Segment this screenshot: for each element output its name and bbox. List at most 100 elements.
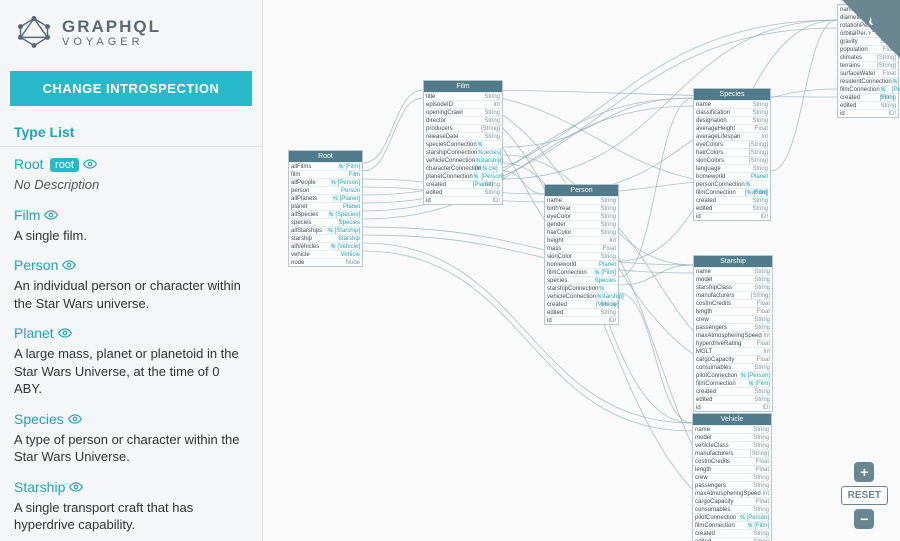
graph-node-species[interactable]: SpeciesnameStringclassificationStringdes… <box>693 88 771 221</box>
node-field-row[interactable]: createdString <box>838 93 898 101</box>
node-field-row[interactable]: idID! <box>694 403 772 411</box>
node-field-row[interactable]: lengthFloat <box>694 307 772 315</box>
node-field-row[interactable]: filmConnection%[Film] <box>694 379 772 387</box>
node-field-row[interactable]: nameString <box>693 425 771 433</box>
type-name-link[interactable]: Root <box>14 156 44 172</box>
graph-node-film[interactable]: FilmtitleStringepisodeIDIntopeningCrawlS… <box>423 80 503 205</box>
node-field-row[interactable]: planetPlanet <box>289 202 362 210</box>
focus-eye-icon[interactable] <box>68 412 82 431</box>
node-field-row[interactable]: manufacturers[String] <box>694 291 772 299</box>
node-field-row[interactable]: nameString <box>694 100 770 108</box>
node-field-row[interactable]: crewString <box>693 473 771 481</box>
type-name-link[interactable]: Planet <box>14 325 54 341</box>
node-field-row[interactable]: idID! <box>838 109 898 117</box>
node-field-row[interactable]: skinColors[String] <box>694 156 770 164</box>
node-field-row[interactable]: vehicleConnection%[Vehicle] <box>545 292 618 300</box>
node-field-row[interactable]: passengersString <box>693 481 771 489</box>
node-field-row[interactable]: allPlanets%[Planet] <box>289 194 362 202</box>
node-field-row[interactable]: allPeople%[Person] <box>289 178 362 186</box>
node-field-row[interactable]: heightInt <box>545 236 618 244</box>
node-field-row[interactable]: terrains[String] <box>838 61 898 69</box>
focus-eye-icon[interactable] <box>62 258 76 277</box>
node-field-row[interactable]: personConnection%[Person] <box>694 180 770 188</box>
zoom-reset-button[interactable]: RESET <box>841 486 888 505</box>
node-field-row[interactable]: createdString <box>545 300 618 308</box>
graph-node-starship[interactable]: StarshipnameStringmodelStringstarshipCla… <box>693 255 773 412</box>
node-field-row[interactable]: directorString <box>424 116 502 124</box>
node-field-row[interactable]: speciesConnection%[Species] <box>424 140 502 148</box>
node-field-row[interactable]: allVehicles%[Vehicle] <box>289 242 362 250</box>
node-field-row[interactable]: idID! <box>545 316 618 324</box>
node-field-row[interactable]: pilotConnection%[Person] <box>693 513 771 521</box>
node-field-row[interactable]: manufacturers[String] <box>693 449 771 457</box>
node-field-row[interactable]: releaseDateString <box>424 132 502 140</box>
node-field-row[interactable]: classificationString <box>694 108 770 116</box>
graph-node-person[interactable]: PersonnameStringbirthYearStringeyeColorS… <box>544 184 619 325</box>
focus-eye-icon[interactable] <box>69 480 83 499</box>
node-field-row[interactable]: titleString <box>424 92 502 100</box>
node-field-row[interactable]: designationString <box>694 116 770 124</box>
node-field-row[interactable]: producers[String] <box>424 124 502 132</box>
node-field-row[interactable]: homeworldPlanet <box>694 172 770 180</box>
node-field-row[interactable]: speciesSpecies <box>545 276 618 284</box>
node-field-row[interactable]: vehicleConnection%[Vehicle] <box>424 156 502 164</box>
node-field-row[interactable]: createdString <box>424 180 502 188</box>
node-field-row[interactable]: modelString <box>693 433 771 441</box>
node-field-row[interactable]: vehicleVehicle <box>289 250 362 258</box>
node-field-row[interactable]: starshipStarship <box>289 234 362 242</box>
focus-eye-icon[interactable] <box>44 208 58 227</box>
node-field-row[interactable]: hairColorString <box>545 228 618 236</box>
node-field-row[interactable]: editedString <box>424 188 502 196</box>
node-field-row[interactable]: editedString <box>694 204 770 212</box>
node-field-row[interactable]: hairColors[String] <box>694 148 770 156</box>
node-field-row[interactable]: personPerson <box>289 186 362 194</box>
node-field-row[interactable]: characterConnection%[Person] <box>424 164 502 172</box>
node-field-row[interactable]: editedString <box>838 101 898 109</box>
node-field-row[interactable]: MGLTInt <box>694 347 772 355</box>
node-field-row[interactable]: hyperdriveRatingFloat <box>694 339 772 347</box>
node-field-row[interactable]: editedString <box>545 308 618 316</box>
node-field-row[interactable]: residentConnection%[Person] <box>838 77 898 85</box>
node-field-row[interactable]: cargoCapacityFloat <box>694 355 772 363</box>
node-field-row[interactable]: maxAtmospheringSpeedInt <box>694 331 772 339</box>
node-field-row[interactable]: vehicleClassString <box>693 441 771 449</box>
type-name-link[interactable]: Person <box>14 257 58 273</box>
node-field-row[interactable]: languageString <box>694 164 770 172</box>
node-field-row[interactable]: massFloat <box>545 244 618 252</box>
node-field-row[interactable]: filmConnection%[Film] <box>694 188 770 196</box>
node-field-row[interactable]: filmConnection%[Film] <box>693 521 771 529</box>
node-field-row[interactable]: allStarships%[Starship] <box>289 226 362 234</box>
node-field-row[interactable]: consumablesString <box>693 505 771 513</box>
node-field-row[interactable]: surfaceWaterFloat <box>838 69 898 77</box>
node-field-row[interactable]: lengthFloat <box>693 465 771 473</box>
node-field-row[interactable]: passengersString <box>694 323 772 331</box>
node-field-row[interactable]: starshipClassString <box>694 283 772 291</box>
type-name-link[interactable]: Film <box>14 207 40 223</box>
graph-node-vehicle[interactable]: VehiclenameStringmodelStringvehicleClass… <box>692 413 772 541</box>
node-field-row[interactable]: planetConnection%[Planet] <box>424 172 502 180</box>
node-field-row[interactable]: maxAtmospheringSpeedInt <box>693 489 771 497</box>
node-field-row[interactable]: filmConnection%[Film] <box>838 85 898 93</box>
graph-canvas[interactable]: RootallFilms%[Film]filmFilmallPeople%[Pe… <box>263 0 900 541</box>
node-field-row[interactable]: eyeColorString <box>545 212 618 220</box>
node-field-row[interactable]: episodeIDInt <box>424 100 502 108</box>
node-field-row[interactable]: cargoCapacityFloat <box>693 497 771 505</box>
node-field-row[interactable]: createdString <box>693 529 771 537</box>
focus-eye-icon[interactable] <box>83 157 97 176</box>
node-field-row[interactable]: averageLifespanInt <box>694 132 770 140</box>
node-field-row[interactable]: starshipConnection%[Starship] <box>424 148 502 156</box>
node-field-row[interactable]: consumablesString <box>694 363 772 371</box>
node-field-row[interactable]: modelString <box>694 275 772 283</box>
node-field-row[interactable]: nameString <box>545 196 618 204</box>
node-field-row[interactable]: editedString <box>694 395 772 403</box>
type-name-link[interactable]: Species <box>14 411 64 427</box>
node-field-row[interactable]: starshipConnection%[Starship] <box>545 284 618 292</box>
node-field-row[interactable]: eyeColors[String] <box>694 140 770 148</box>
node-field-row[interactable]: editedString <box>693 537 771 541</box>
node-field-row[interactable]: costInCreditsFloat <box>694 299 772 307</box>
node-field-row[interactable]: filmConnection%[Film] <box>545 268 618 276</box>
node-field-row[interactable]: createdString <box>694 196 770 204</box>
node-field-row[interactable]: pilotConnection%[Person] <box>694 371 772 379</box>
type-name-link[interactable]: Starship <box>14 479 65 495</box>
node-field-row[interactable]: allFilms%[Film] <box>289 162 362 170</box>
